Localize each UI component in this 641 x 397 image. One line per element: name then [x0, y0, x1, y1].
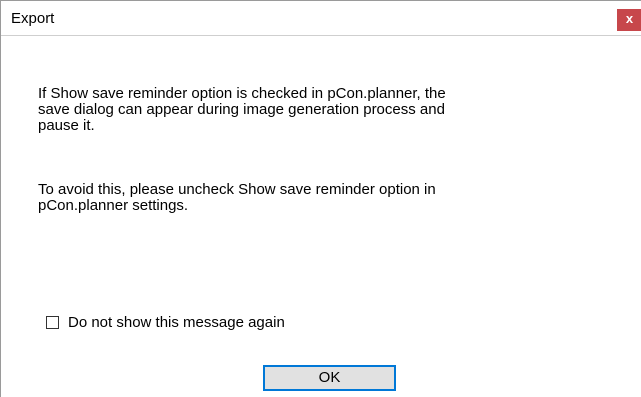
- export-dialog: Export x If Show save reminder option is…: [0, 0, 641, 397]
- close-button[interactable]: x: [617, 9, 641, 31]
- dont-show-again-label[interactable]: Do not show this message again: [68, 315, 285, 331]
- title-bar: Export x: [1, 0, 641, 36]
- close-icon: x: [625, 11, 634, 26]
- dont-show-again-checkbox[interactable]: [46, 316, 59, 329]
- ok-button[interactable]: OK: [263, 365, 396, 391]
- message-paragraph-1: If Show save reminder option is checked …: [38, 85, 446, 134]
- dialog-title: Export: [11, 10, 55, 27]
- message-paragraph-2: To avoid this, please uncheck Show save …: [38, 181, 436, 214]
